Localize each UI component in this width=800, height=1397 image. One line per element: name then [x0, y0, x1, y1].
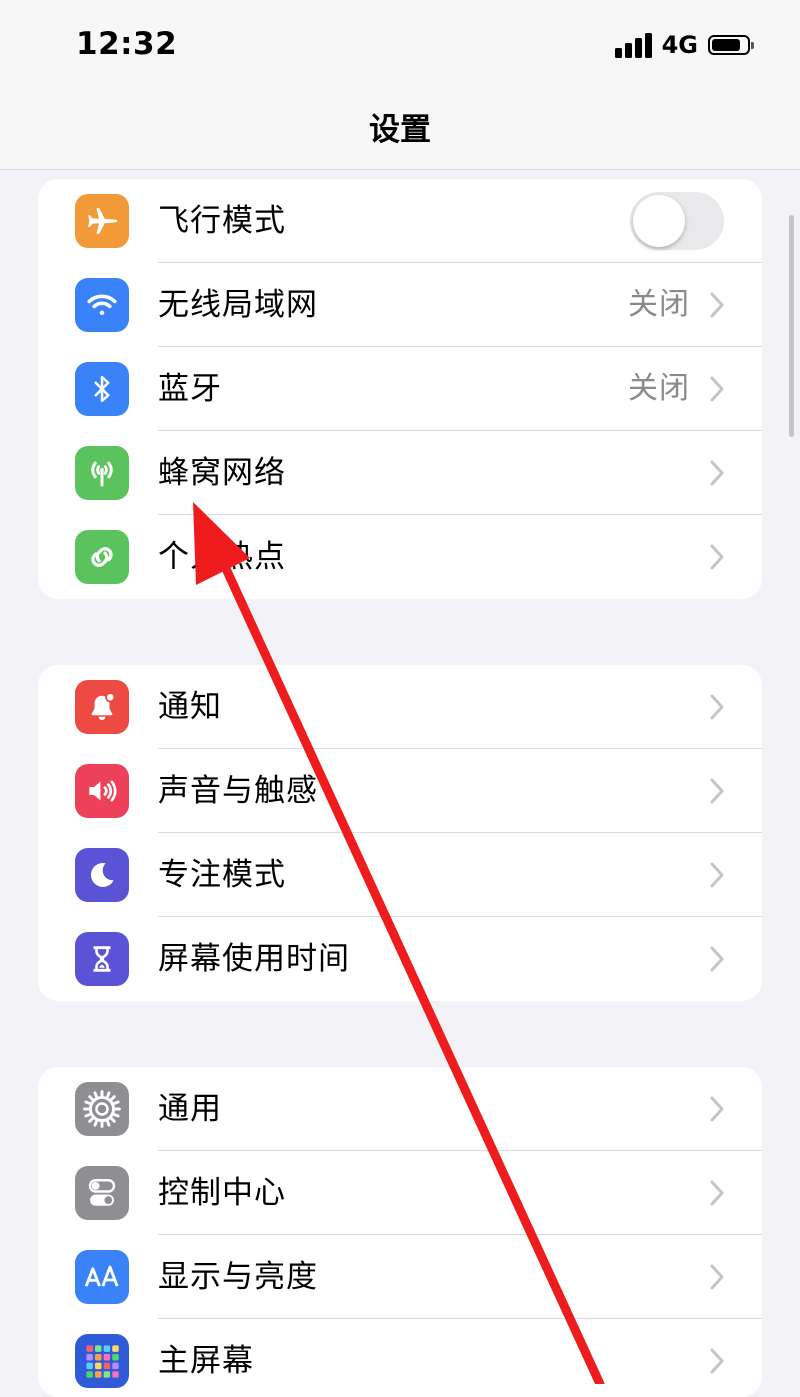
moon-icon [75, 848, 129, 902]
chevron-right-icon [710, 946, 724, 972]
gear-icon [75, 1082, 129, 1136]
settings-row-value: 关闭 [628, 371, 690, 406]
chevron-right-icon [710, 1096, 724, 1122]
chevron-right-icon [710, 694, 724, 720]
settings-group-connectivity: 飞行模式 无线局域网 关闭 蓝牙 关闭 蜂窝网络 个人热点 [38, 179, 762, 599]
settings-row-label: 飞行模式 [158, 203, 286, 239]
chevron-right-icon [710, 460, 724, 486]
settings-row-label: 通用 [158, 1091, 222, 1127]
signal-strength-icon [614, 32, 652, 58]
speaker-icon [75, 764, 129, 818]
page-title: 设置 [369, 112, 431, 148]
settings-group-notifications: 通知 声音与触感 专注模式 屏幕使用时间 [38, 665, 762, 1001]
settings-row-screen-time[interactable]: 屏幕使用时间 [38, 917, 762, 1001]
settings-row-label: 无线局域网 [158, 287, 318, 323]
settings-row-display[interactable]: 显示与亮度 [38, 1235, 762, 1319]
bluetooth-icon [75, 362, 129, 416]
settings-row-label: 控制中心 [158, 1175, 286, 1211]
status-time: 12:32 [76, 26, 178, 62]
settings-row-label: 主屏幕 [158, 1343, 254, 1379]
chevron-right-icon [710, 1180, 724, 1206]
settings-row-label: 屏幕使用时间 [158, 941, 350, 977]
cellular-antenna-icon [75, 446, 129, 500]
settings-row-notifications[interactable]: 通知 [38, 665, 762, 749]
settings-row-label: 声音与触感 [158, 773, 318, 809]
settings-row-general[interactable]: 通用 [38, 1067, 762, 1151]
toggles-icon [75, 1166, 129, 1220]
battery-icon [708, 35, 754, 55]
airplane-mode-toggle[interactable] [630, 192, 724, 250]
nav-bar: 设置 [0, 90, 800, 170]
wifi-icon [75, 278, 129, 332]
status-indicators: 4G [614, 30, 754, 60]
settings-row-label: 蜂窝网络 [158, 455, 286, 491]
scroll-indicator[interactable] [789, 215, 794, 437]
hotspot-link-icon [75, 530, 129, 584]
status-bar: 12:32 4G [0, 0, 800, 90]
chevron-right-icon [710, 1264, 724, 1290]
chevron-right-icon [710, 544, 724, 570]
settings-row-label: 专注模式 [158, 857, 286, 893]
settings-row-control-center[interactable]: 控制中心 [38, 1151, 762, 1235]
bell-icon [75, 680, 129, 734]
settings-row-bluetooth[interactable]: 蓝牙 关闭 [38, 347, 762, 431]
settings-row-cellular[interactable]: 蜂窝网络 [38, 431, 762, 515]
network-type: 4G [661, 31, 698, 59]
hourglass-icon [75, 932, 129, 986]
settings-row-home-screen[interactable]: 主屏幕 [38, 1319, 762, 1397]
settings-row-label: 个人热点 [158, 539, 286, 575]
settings-row-wifi[interactable]: 无线局域网 关闭 [38, 263, 762, 347]
chevron-right-icon [710, 376, 724, 402]
text-size-icon [75, 1250, 129, 1304]
settings-row-focus[interactable]: 专注模式 [38, 833, 762, 917]
chevron-right-icon [710, 1348, 724, 1374]
settings-row-value: 关闭 [628, 287, 690, 322]
toggle-knob [633, 195, 685, 247]
chevron-right-icon [710, 778, 724, 804]
settings-row-label: 通知 [158, 689, 222, 725]
chevron-right-icon [710, 292, 724, 318]
app-grid-icon [75, 1334, 129, 1388]
settings-row-label: 显示与亮度 [158, 1259, 318, 1295]
settings-row-sounds[interactable]: 声音与触感 [38, 749, 762, 833]
chevron-right-icon [710, 862, 724, 888]
settings-group-general: 通用 控制中心 显示与亮度 主屏幕 [38, 1067, 762, 1397]
settings-row-label: 蓝牙 [158, 371, 222, 407]
settings-row-hotspot[interactable]: 个人热点 [38, 515, 762, 599]
airplane-icon [75, 194, 129, 248]
settings-row-airplane-mode[interactable]: 飞行模式 [38, 179, 762, 263]
